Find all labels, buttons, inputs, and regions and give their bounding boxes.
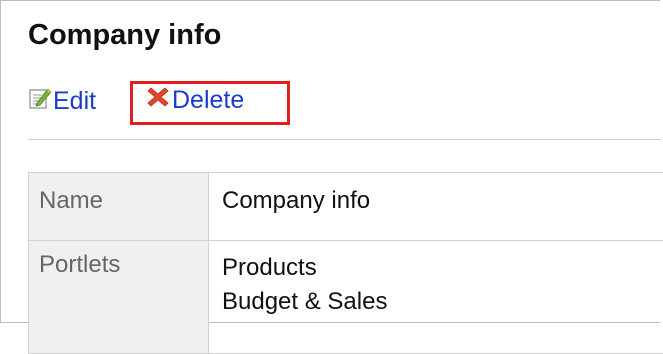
details-table: Name Company info Portlets Products Budg… xyxy=(28,172,663,354)
delete-x-icon xyxy=(147,86,172,115)
edit-icon xyxy=(28,86,53,117)
edit-label: Edit xyxy=(53,87,96,116)
portlet-item: Products xyxy=(222,251,663,285)
page-title: Company info xyxy=(28,19,221,52)
portlets-label: Portlets xyxy=(29,241,209,354)
content-frame: Company info Edit xyxy=(0,0,660,323)
name-value: Company info xyxy=(209,173,663,241)
edit-link[interactable]: Edit xyxy=(28,86,96,117)
table-row-portlets: Portlets Products Budget & Sales xyxy=(29,241,663,354)
name-label: Name xyxy=(29,173,209,241)
table-row-name: Name Company info xyxy=(29,173,663,241)
portlets-value: Products Budget & Sales xyxy=(209,241,663,354)
delete-link[interactable]: Delete xyxy=(147,86,244,115)
portlet-item: Budget & Sales xyxy=(222,285,663,319)
delete-label: Delete xyxy=(172,86,244,115)
divider xyxy=(28,139,661,140)
